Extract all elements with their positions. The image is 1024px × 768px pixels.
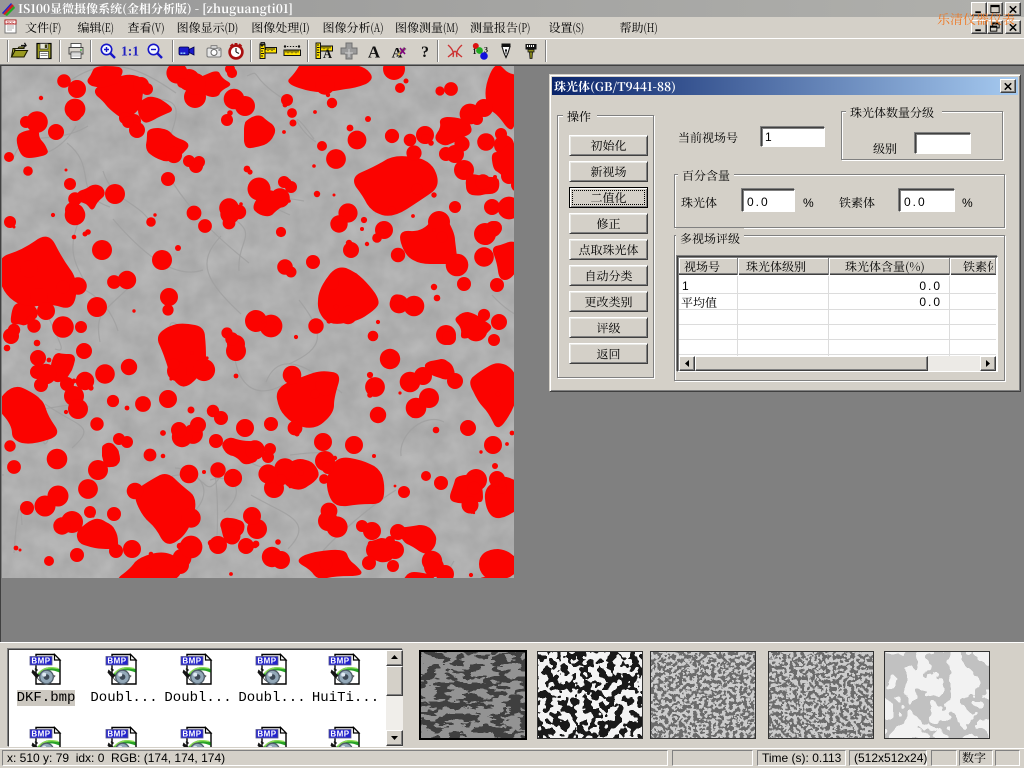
svg-text:BMP: BMP [182,657,201,666]
svg-text:1:1: 1:1 [121,44,139,59]
svg-text:BMP: BMP [107,657,126,666]
svg-text:A: A [323,47,332,61]
svg-text:BMP: BMP [107,730,126,739]
svg-text:DOC: DOC [7,21,15,25]
svg-text:?: ? [421,44,429,61]
svg-text:1: 1 [473,47,477,56]
svg-text:BMP: BMP [257,730,276,739]
svg-text:3: 3 [484,46,488,55]
svg-text:BMP: BMP [257,657,276,666]
svg-text:BMP: BMP [330,657,349,666]
svg-text:BMP: BMP [31,730,50,739]
svg-text:BMP: BMP [330,730,349,739]
svg-text:BMP: BMP [31,657,50,666]
svg-text:BMP: BMP [182,730,201,739]
svg-text:A: A [368,43,381,62]
